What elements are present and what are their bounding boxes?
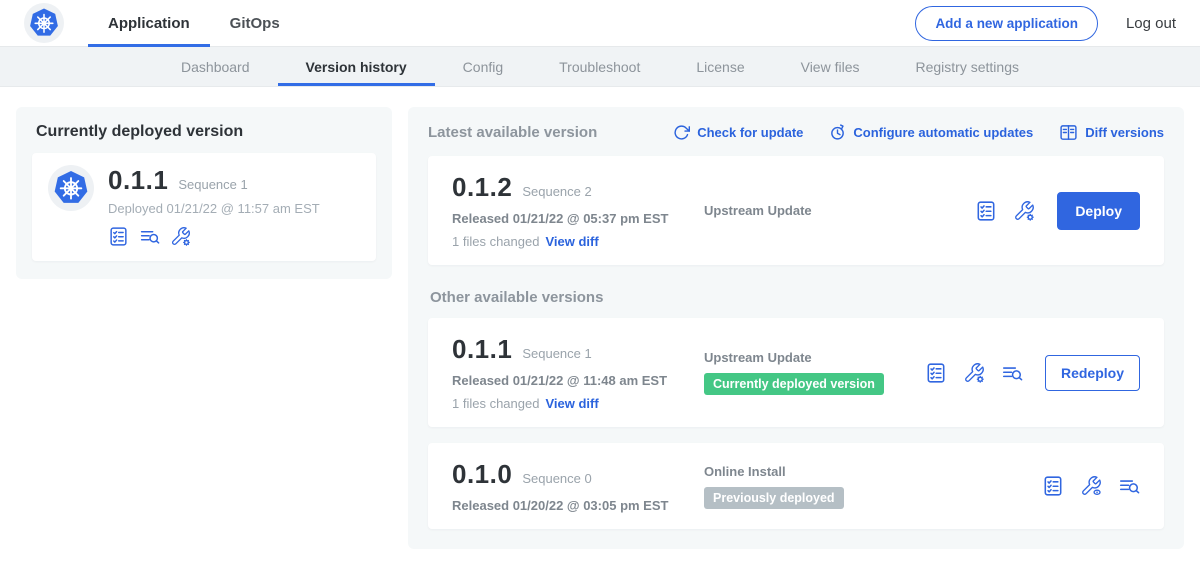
view-config-icon[interactable] [1080,475,1102,497]
version-sequence: Sequence 0 [522,471,591,486]
version-source-column: Online Install Previously deployed [704,464,1042,509]
deployed-version-card: 0.1.1 Sequence 1 Deployed 01/21/22 @ 11:… [32,153,376,261]
subnav-tab-view-files[interactable]: View files [773,47,888,86]
version-source: Online Install [704,464,1032,479]
version-source: Upstream Update [704,350,915,365]
view-diff-link[interactable]: View diff [545,234,598,249]
refresh-icon [673,124,690,141]
currently-deployed-badge: Currently deployed version [704,373,884,395]
logout-button[interactable]: Log out [1126,15,1176,32]
subnav-tab-version-history[interactable]: Version history [278,47,435,86]
preflight-checks-icon[interactable] [108,226,129,247]
version-row-0-1-0: 0.1.0 Sequence 0 Released 01/20/22 @ 03:… [428,443,1164,529]
version-row-info: 0.1.0 Sequence 0 Released 01/20/22 @ 03:… [452,459,704,513]
latest-version-header: Latest available version Check for updat… [428,123,1164,142]
subnav-tab-registry-settings-label: Registry settings [916,59,1019,75]
subnav-tab-version-history-label: Version history [306,59,407,75]
main-content: Currently deployed version 0.1.1 Sequenc… [0,87,1200,549]
diff-columns-icon [1059,123,1078,142]
version-sequence: Sequence 2 [522,184,591,199]
released-timestamp: Released 01/21/22 @ 05:37 pm EST [452,211,704,226]
version-actions-column: Deploy [975,192,1140,230]
app-header: Application GitOps Add a new application… [0,0,1200,47]
configure-automatic-updates-link[interactable]: Configure automatic updates [829,124,1033,141]
auto-update-clock-icon [829,124,846,141]
version-source: Upstream Update [704,203,965,218]
deployed-timestamp: Deployed 01/21/22 @ 11:57 am EST [108,201,320,216]
version-number: 0.1.2 [452,172,512,203]
tab-gitops-label: GitOps [230,15,280,32]
currently-deployed-panel: Currently deployed version 0.1.1 Sequenc… [16,107,392,279]
app-icon-kubernetes [48,165,94,211]
diff-versions-label: Diff versions [1085,125,1164,140]
currently-deployed-title: Currently deployed version [32,123,376,141]
version-row-info: 0.1.2 Sequence 2 Released 01/21/22 @ 05:… [452,172,704,249]
add-application-button[interactable]: Add a new application [915,6,1098,41]
header-nav: Application GitOps [88,0,300,47]
released-timestamp: Released 01/21/22 @ 11:48 am EST [452,373,704,388]
version-row-0-1-1: 0.1.1 Sequence 1 Released 01/21/22 @ 11:… [428,318,1164,427]
subnav-tab-license-label: License [696,59,744,75]
version-sequence: Sequence 1 [522,346,591,361]
subnav-tab-troubleshoot[interactable]: Troubleshoot [531,47,668,86]
version-row-0-1-2: 0.1.2 Sequence 2 Released 01/21/22 @ 05:… [428,156,1164,265]
tab-application[interactable]: Application [88,0,210,47]
files-changed: 1 files changed [452,234,539,249]
other-versions-title: Other available versions [430,289,1164,306]
deploy-logs-icon[interactable] [1118,475,1140,497]
redeploy-button[interactable]: Redeploy [1045,355,1140,391]
subnav-tab-dashboard-label: Dashboard [181,59,250,75]
preflight-checks-icon[interactable] [975,200,997,222]
subnav-tab-license[interactable]: License [668,47,772,86]
version-source-column: Upstream Update [704,203,975,218]
available-versions-panel: Latest available version Check for updat… [408,107,1184,549]
version-number: 0.1.1 [452,334,512,365]
check-for-update-link[interactable]: Check for update [673,124,803,141]
edit-config-icon[interactable] [1013,200,1035,222]
version-actions-column: Redeploy [925,355,1140,391]
tab-application-label: Application [108,15,190,32]
version-actions: Check for update Configure automatic upd… [673,123,1164,142]
tab-gitops[interactable]: GitOps [210,0,300,47]
deploy-logs-icon[interactable] [139,226,160,247]
kubernetes-logo [24,3,64,43]
view-diff-link[interactable]: View diff [545,396,598,411]
deployed-sequence: Sequence 1 [178,177,247,192]
version-number: 0.1.0 [452,459,512,490]
version-row-info: 0.1.1 Sequence 1 Released 01/21/22 @ 11:… [452,334,704,411]
deploy-button[interactable]: Deploy [1057,192,1140,230]
deploy-logs-icon[interactable] [1001,362,1023,384]
previously-deployed-badge: Previously deployed [704,487,844,509]
deployed-version-number: 0.1.1 [108,165,168,196]
subnav-tab-view-files-label: View files [801,59,860,75]
latest-version-title: Latest available version [428,124,597,141]
files-changed: 1 files changed [452,396,539,411]
app-subnav: Dashboard Version history Config Trouble… [0,47,1200,87]
preflight-checks-icon[interactable] [925,362,947,384]
subnav-tab-config-label: Config [463,59,503,75]
diff-versions-link[interactable]: Diff versions [1059,123,1164,142]
edit-config-icon[interactable] [170,226,191,247]
version-actions-column [1042,475,1140,497]
configure-automatic-updates-label: Configure automatic updates [853,125,1033,140]
preflight-checks-icon[interactable] [1042,475,1064,497]
check-for-update-label: Check for update [697,125,803,140]
subnav-tab-troubleshoot-label: Troubleshoot [559,59,640,75]
subnav-tab-registry-settings[interactable]: Registry settings [888,47,1047,86]
released-timestamp: Released 01/20/22 @ 03:05 pm EST [452,498,704,513]
subnav-tab-dashboard[interactable]: Dashboard [153,47,278,86]
deployed-version-info: 0.1.1 Sequence 1 Deployed 01/21/22 @ 11:… [108,165,320,247]
edit-config-icon[interactable] [963,362,985,384]
subnav-tab-config[interactable]: Config [435,47,531,86]
version-source-column: Upstream Update Currently deployed versi… [704,350,925,395]
